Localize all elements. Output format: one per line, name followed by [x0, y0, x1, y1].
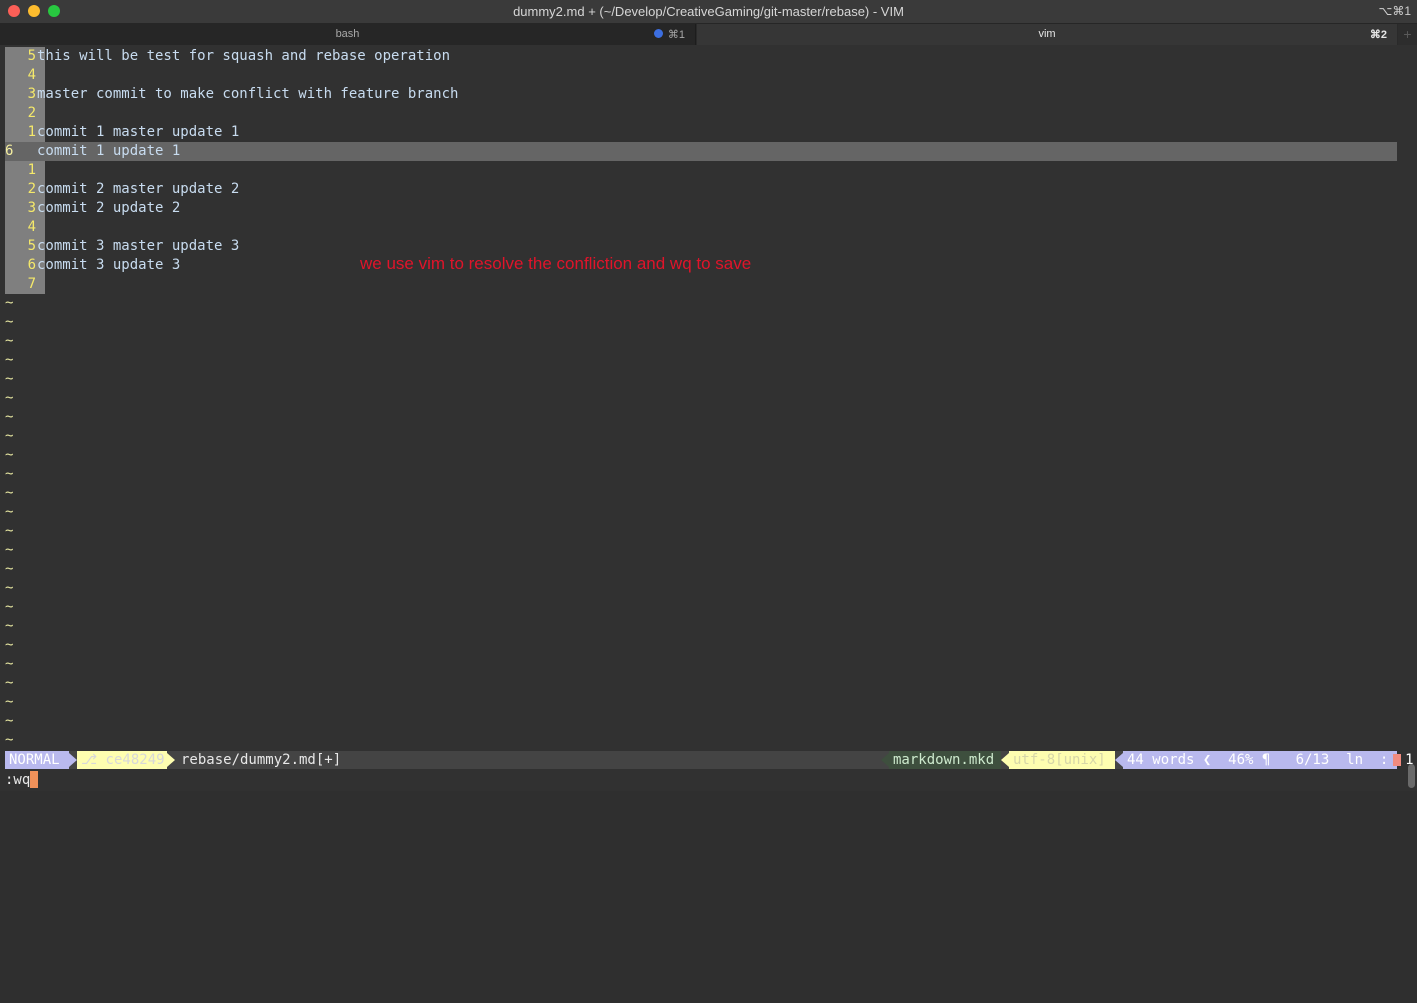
empty-line-tilde: ~ — [5, 371, 14, 387]
empty-line-tilde: ~ — [5, 580, 14, 596]
editor-line[interactable]: 4 — [5, 66, 1397, 85]
line-text: commit 1 update 1 — [37, 143, 181, 159]
vim-editor[interactable]: 5 this will be test for squash and rebase… — [0, 46, 1400, 750]
empty-line-tilde: ~ — [5, 523, 14, 539]
line-text: commit 2 update 2 — [37, 200, 181, 216]
empty-line-tilde: ~ — [5, 637, 14, 653]
title-bar: dummy2.md + (~/Develop/CreativeGaming/gi… — [0, 0, 1417, 24]
editor-line-current[interactable]: 6 commit 1 update 1 — [5, 142, 1397, 161]
line-text: this will be test for squash and rebase … — [37, 48, 451, 64]
empty-line-tilde: ~ — [5, 333, 14, 349]
mode-indicator: NORMAL — [5, 751, 69, 769]
empty-line-tilde: ~ — [5, 675, 14, 691]
line-text: commit 3 update 3 — [37, 257, 181, 273]
empty-line-tilde: ~ — [5, 314, 14, 330]
activity-dot-icon — [654, 29, 663, 38]
encoding: utf-8[unix] — [1009, 751, 1115, 769]
tab-vim-label: vim — [1038, 28, 1056, 40]
scrollbar[interactable] — [1408, 764, 1415, 788]
new-tab-button[interactable]: + — [1398, 24, 1417, 45]
window-shortcut: ⌥⌘1 — [1378, 4, 1411, 18]
line-number: 1 — [5, 161, 45, 180]
command-text: :wq — [5, 772, 31, 788]
terminal-window: dummy2.md + (~/Develop/CreativeGaming/gi… — [0, 0, 1417, 791]
line-number: 7 — [5, 275, 45, 294]
line-text: commit 3 master update 3 — [37, 238, 240, 254]
empty-line-tilde: ~ — [5, 352, 14, 368]
empty-line-tilde: ~ — [5, 295, 14, 311]
editor-line[interactable]: 4 — [5, 218, 1397, 237]
tab-vim-shortcut: ⌘2 — [1369, 29, 1387, 41]
git-branch: ⎇ ce48249 — [77, 751, 167, 769]
empty-line-tilde: ~ — [5, 561, 14, 577]
empty-line-tilde: ~ — [5, 618, 14, 634]
line-number: 6 — [5, 143, 14, 159]
empty-line-tilde: ~ — [5, 656, 14, 672]
command-line[interactable]: :wq — [5, 771, 39, 789]
empty-line-tilde: ~ — [5, 694, 14, 710]
editor-line[interactable]: 7 — [5, 275, 1397, 294]
separator-arrow-icon — [1001, 753, 1009, 767]
line-number: 4 — [5, 218, 45, 237]
empty-line-tilde: ~ — [5, 390, 14, 406]
line-text: master commit to make conflict with feat… — [37, 86, 459, 102]
editor-line[interactable]: 1 — [5, 161, 1397, 180]
separator-arrow-icon — [1115, 753, 1123, 767]
empty-line-tilde: ~ — [5, 504, 14, 520]
editor-line[interactable]: 2 — [5, 104, 1397, 123]
tab-bash-shortcut: ⌘1 — [667, 29, 685, 41]
empty-line-tilde: ~ — [5, 732, 14, 748]
separator-arrow-icon — [881, 753, 889, 767]
file-stats: 44 words ❮ 46% ¶ 6/13 ln : 1 — [1123, 751, 1414, 769]
line-number: 4 — [5, 66, 45, 85]
vim-statusline: NORMAL ⎇ ce48249 rebase/dummy2.md[+] mar… — [5, 751, 1414, 769]
empty-line-tilde: ~ — [5, 599, 14, 615]
annotation-text: we use vim to resolve the confliction an… — [360, 254, 752, 273]
editor-line[interactable]: 3 commit 2 update 2 — [5, 199, 1397, 218]
editor-line[interactable]: 5 this will be test for squash and rebase… — [5, 47, 1397, 66]
statusline-end-marker — [1393, 754, 1401, 766]
empty-line-tilde: ~ — [5, 447, 14, 463]
tab-bash[interactable]: bash ⌘1 — [0, 24, 696, 45]
tab-vim[interactable]: vim ⌘2 — [697, 24, 1397, 45]
filetype: markdown.mkd — [889, 751, 1001, 769]
empty-line-tilde: ~ — [5, 466, 14, 482]
empty-line-tilde: ~ — [5, 409, 14, 425]
line-text: commit 2 master update 2 — [37, 181, 240, 197]
empty-line-tilde: ~ — [5, 428, 14, 444]
separator-arrow-icon — [69, 753, 77, 767]
empty-line-tilde: ~ — [5, 713, 14, 729]
editor-line[interactable]: 3 master commit to make conflict with fea… — [5, 85, 1397, 104]
separator-arrow-icon — [167, 753, 175, 767]
window-title: dummy2.md + (~/Develop/CreativeGaming/gi… — [513, 4, 904, 19]
editor-line[interactable]: 2 commit 2 master update 2 — [5, 180, 1397, 199]
line-number: 2 — [5, 104, 45, 123]
empty-line-tilde: ~ — [5, 542, 14, 558]
text-cursor — [30, 771, 39, 788]
editor-line[interactable]: 1 commit 1 master update 1 — [5, 123, 1397, 142]
tab-bash-label: bash — [335, 28, 360, 40]
file-path: rebase/dummy2.md[+] — [181, 752, 342, 768]
tab-bar: bash ⌘1 vim ⌘2 + — [0, 24, 1417, 45]
line-text: commit 1 master update 1 — [37, 124, 240, 140]
empty-line-tilde: ~ — [5, 485, 14, 501]
